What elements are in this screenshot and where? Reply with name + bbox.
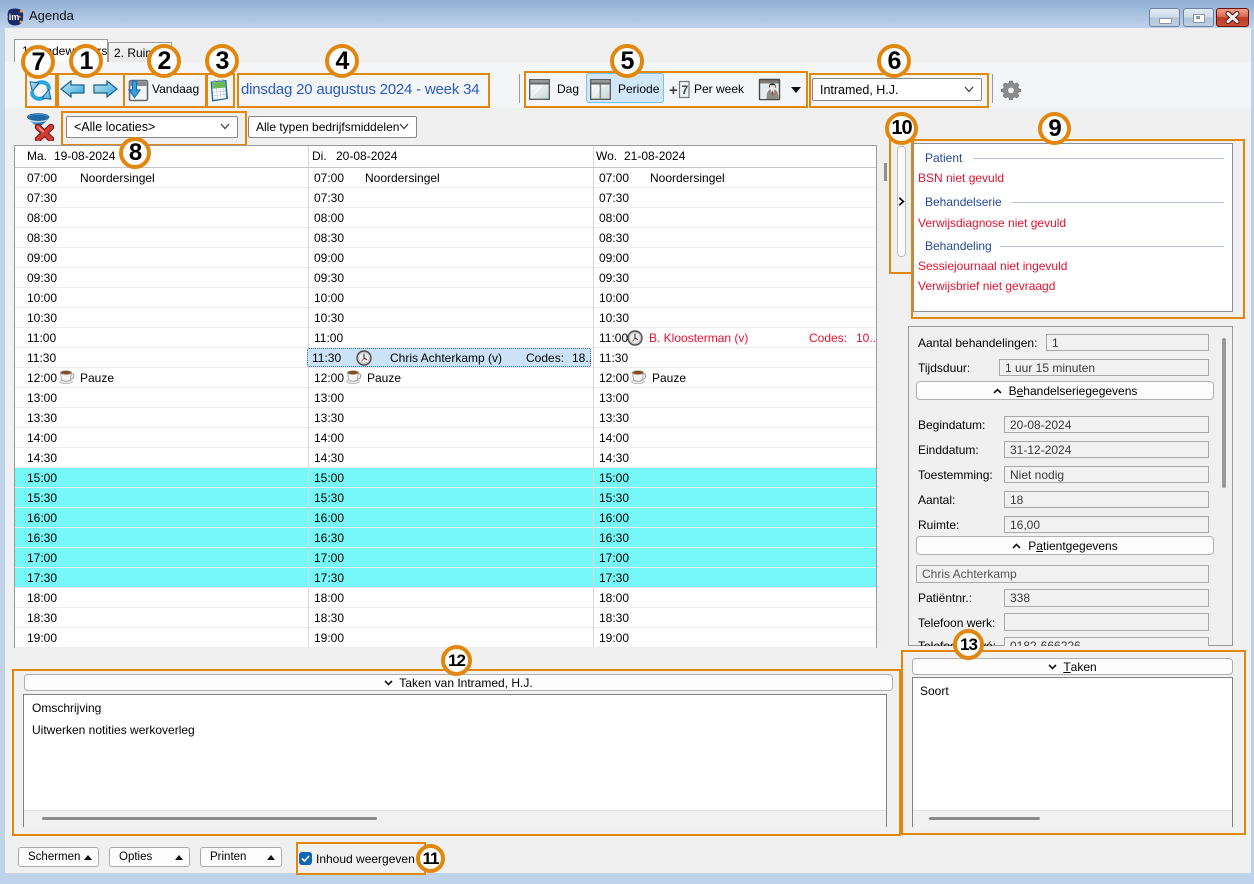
svg-text:7: 7 (682, 83, 689, 97)
svg-text:+: + (669, 82, 678, 99)
svg-text:im: im (9, 12, 20, 22)
